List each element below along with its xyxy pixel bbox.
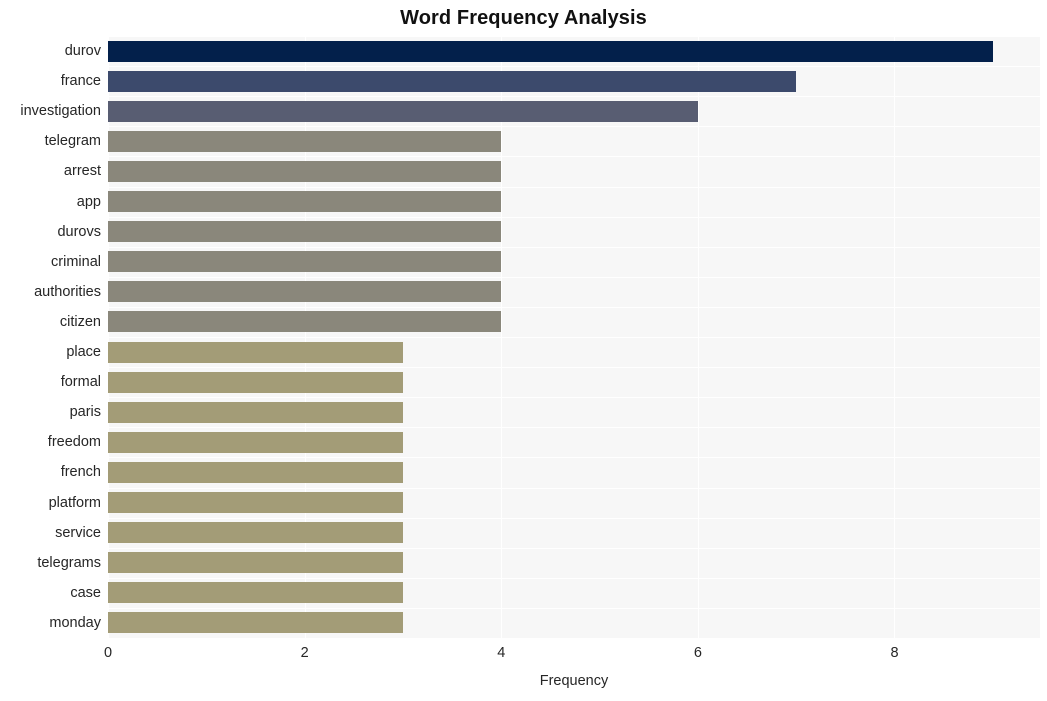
bar: [108, 281, 502, 303]
horizontal-gridline: [108, 217, 1040, 218]
x-axis-tick-label: 8: [890, 645, 899, 661]
horizontal-gridline: [108, 427, 1040, 428]
y-axis-tick-label: citizen: [59, 313, 101, 330]
bar: [108, 40, 993, 62]
horizontal-gridline: [108, 397, 1040, 398]
word-frequency-chart-figure: Word Frequency Analysis durov france inves…: [0, 0, 1047, 701]
horizontal-gridline: [108, 488, 1040, 489]
y-axis-tick-label: freedom: [47, 434, 101, 451]
horizontal-gridline: [108, 578, 1040, 579]
x-axis-tick-label: 4: [497, 645, 506, 661]
horizontal-gridline: [108, 457, 1040, 458]
x-axis-title: Frequency: [539, 673, 609, 689]
horizontal-gridline: [108, 367, 1040, 368]
y-axis-tick-label: app: [76, 193, 101, 210]
page-title: Word Frequency Analysis: [400, 7, 647, 29]
y-axis-tick-label: service: [55, 524, 101, 541]
bar: [108, 251, 502, 273]
x-axis-tick-labels: 0 2 4 6 8: [0, 645, 1047, 667]
y-axis-tick-label: criminal: [51, 253, 101, 270]
bar: [108, 552, 403, 574]
bar: [108, 191, 502, 213]
bar: [108, 582, 403, 604]
bar: [108, 612, 403, 634]
bar: [108, 341, 403, 363]
bar: [108, 371, 403, 393]
bar: [108, 160, 502, 182]
y-axis-tick-label: durovs: [57, 223, 101, 240]
y-axis-tick-label: investigation: [20, 103, 101, 120]
horizontal-gridline: [108, 548, 1040, 549]
y-axis-tick-label: place: [66, 344, 101, 361]
bar: [108, 100, 698, 122]
horizontal-gridline: [108, 36, 1040, 37]
horizontal-gridline: [108, 518, 1040, 519]
bar: [108, 221, 502, 243]
y-axis-tick-label: authorities: [34, 283, 101, 300]
y-axis-tick-label: durov: [64, 43, 101, 60]
horizontal-gridline: [108, 307, 1040, 308]
bar: [108, 522, 403, 544]
horizontal-gridline: [108, 638, 1040, 639]
horizontal-gridline: [108, 277, 1040, 278]
y-axis-tick-label: platform: [48, 494, 101, 511]
x-axis-tick-label: 2: [300, 645, 309, 661]
y-axis-tick-label: telegrams: [37, 554, 101, 571]
y-axis-tick-labels: durov france investigation telegram arrest ap…: [0, 36, 101, 638]
bar: [108, 461, 403, 483]
horizontal-gridline: [108, 337, 1040, 338]
bar: [108, 492, 403, 514]
y-axis-tick-label: french: [60, 464, 101, 481]
horizontal-gridline: [108, 66, 1040, 67]
x-axis-tick-label: 6: [693, 645, 702, 661]
bar: [108, 130, 502, 152]
y-axis-tick-label: arrest: [63, 163, 101, 180]
y-axis-tick-label: france: [60, 73, 101, 90]
y-axis-tick-label: monday: [49, 614, 101, 631]
horizontal-gridline: [108, 247, 1040, 248]
y-axis-tick-label: paris: [69, 404, 101, 421]
bar: [108, 431, 403, 453]
plot-area: [108, 36, 1040, 639]
y-axis-tick-label: telegram: [44, 133, 101, 150]
x-axis-tick-label: 0: [103, 645, 113, 661]
y-axis-tick-label: case: [70, 584, 101, 601]
horizontal-gridline: [108, 126, 1040, 127]
horizontal-gridline: [108, 156, 1040, 157]
horizontal-gridline: [108, 187, 1040, 188]
bar: [108, 70, 797, 92]
horizontal-gridline: [108, 96, 1040, 97]
horizontal-gridline: [108, 608, 1040, 609]
y-axis-tick-label: formal: [60, 374, 101, 391]
bar: [108, 311, 502, 333]
bar: [108, 401, 403, 423]
